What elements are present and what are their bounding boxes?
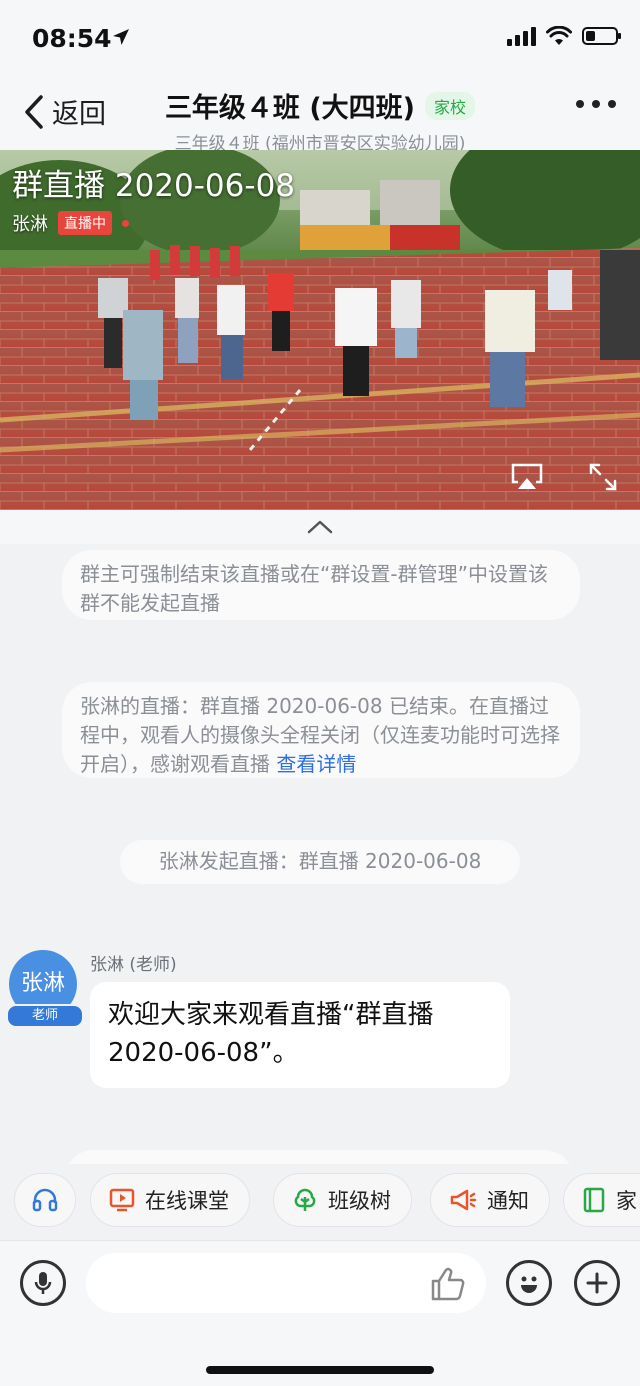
- system-message: 张淋的直播：群直播 2020-06-08 已结束。在直播过程中，观看人的摄像头全…: [62, 682, 580, 778]
- battery-icon: [582, 27, 621, 45]
- live-dot-icon: [122, 219, 129, 227]
- home-indicator: [206, 1366, 434, 1374]
- megaphone-icon: [450, 1189, 477, 1211]
- quick-action-label: 班级树: [328, 1189, 391, 1213]
- system-message: 群主可强制结束该直播或在“群设置-群管理”中设置该群不能发起直播: [62, 550, 580, 620]
- system-message: 张淋发起直播：群直播 2020-06-08: [120, 840, 520, 884]
- status-bar: 08:54: [0, 0, 640, 78]
- voice-button[interactable]: [20, 1260, 66, 1306]
- live-meta: 张淋 直播中: [12, 210, 129, 236]
- page-title: 三年级４班 (大四班): [164, 93, 416, 124]
- book-icon: [583, 1187, 605, 1213]
- more-actions-button[interactable]: [574, 1260, 620, 1306]
- quick-action-label: 家: [616, 1189, 637, 1213]
- airplay-icon[interactable]: [510, 462, 544, 492]
- more-button[interactable]: [576, 100, 616, 108]
- message-input[interactable]: [86, 1253, 486, 1313]
- play-screen-icon: [109, 1188, 135, 1212]
- thumbs-up-icon[interactable]: [430, 1267, 466, 1301]
- cellular-signal-icon: [507, 26, 536, 46]
- emoji-button[interactable]: [506, 1260, 552, 1306]
- quick-action-label: 通知: [487, 1189, 529, 1213]
- quick-action-home[interactable]: 家: [563, 1173, 640, 1227]
- message-bubble[interactable]: 欢迎大家来观看直播“群直播 2020-06-08”。: [90, 982, 510, 1088]
- emoji-icon: [521, 1276, 537, 1293]
- quick-actions-bar: 在线课堂 班级树 通知 家: [0, 1164, 640, 1240]
- status-time: 08:54: [32, 24, 112, 53]
- group-type-badge: 家校: [425, 91, 476, 120]
- quick-action-notice[interactable]: 通知: [430, 1173, 550, 1227]
- microphone-icon: [34, 1272, 52, 1294]
- message-text: 欢迎大家来观看直播“群直播 2020-06-08”。: [108, 1000, 434, 1068]
- headset-button[interactable]: [14, 1173, 76, 1227]
- quick-action-class-tree[interactable]: 班级树: [273, 1173, 412, 1227]
- tree-icon: [294, 1188, 316, 1211]
- message-sender: 张淋 (老师): [90, 955, 177, 975]
- live-video-player[interactable]: 群直播 2020-06-08 张淋 直播中: [0, 150, 640, 510]
- plus-icon: [586, 1272, 608, 1294]
- wifi-icon: [546, 26, 572, 45]
- teacher-tag: 老师: [6, 1004, 84, 1028]
- headset-icon: [32, 1188, 58, 1212]
- live-title: 群直播 2020-06-08: [12, 168, 296, 204]
- live-status-badge: 直播中: [58, 211, 112, 235]
- live-host: 张淋: [12, 214, 48, 235]
- location-arrow-icon: [113, 29, 129, 45]
- chat-header: 返回 三年级４班 (大四班) 家校 三年级４班 (福州市晋安区实验幼儿园): [0, 78, 640, 154]
- message-input-bar: [0, 1240, 640, 1386]
- chevron-up-icon: [307, 520, 333, 534]
- quick-action-online-class[interactable]: 在线课堂: [90, 1173, 250, 1227]
- fullscreen-icon[interactable]: [588, 462, 618, 492]
- system-message-text: 张淋发起直播：群直播 2020-06-08: [158, 849, 482, 873]
- collapse-video-button[interactable]: [0, 510, 640, 544]
- system-message-text: 群主可强制结束该直播或在“群设置-群管理”中设置该群不能发起直播: [80, 562, 548, 615]
- view-details-link[interactable]: 查看详情: [276, 752, 356, 776]
- status-indicators: [507, 26, 621, 46]
- quick-action-label: 在线课堂: [145, 1189, 229, 1213]
